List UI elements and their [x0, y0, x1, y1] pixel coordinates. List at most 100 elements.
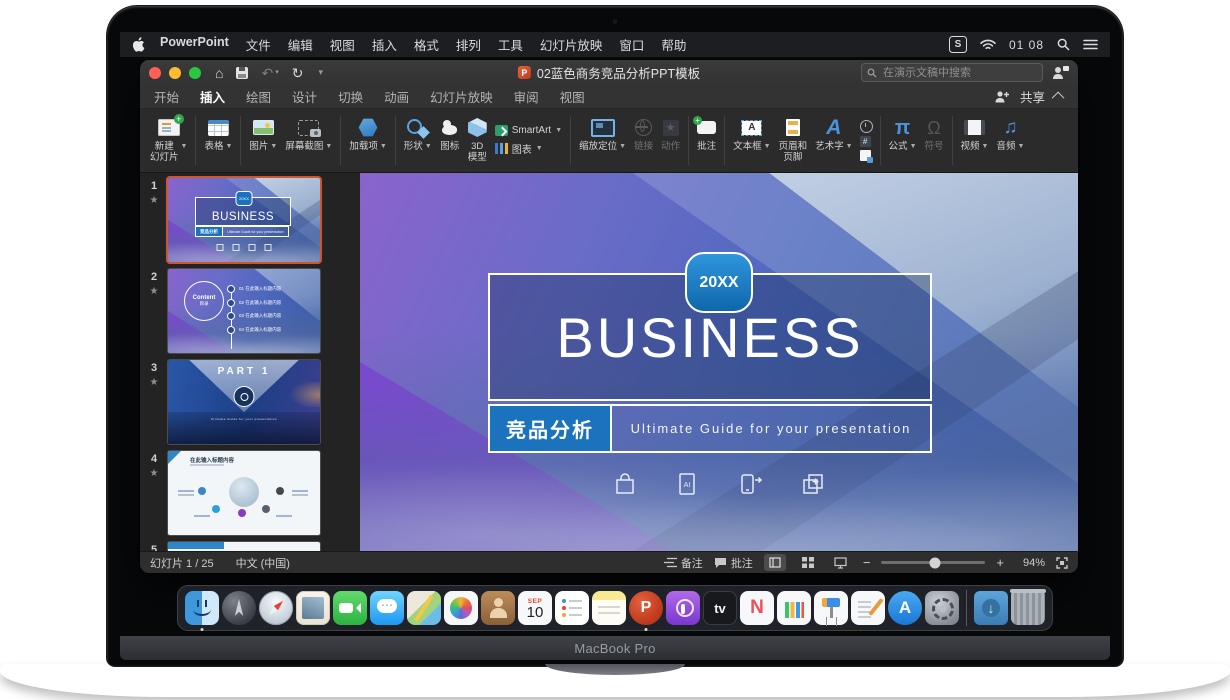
dock-safari-icon[interactable]	[259, 591, 293, 625]
menu-item-9[interactable]: 窗口	[619, 35, 644, 54]
ribbon-button-图片[interactable]: 图片▼	[245, 112, 281, 169]
dock-sysprefs-icon[interactable]	[925, 591, 959, 625]
dock-calendar-icon[interactable]: SEP10	[518, 591, 552, 625]
object-icon[interactable]	[860, 150, 871, 161]
dock-podcasts-icon[interactable]	[666, 591, 700, 625]
input-source-badge[interactable]: S	[949, 36, 967, 53]
collapse-ribbon-icon[interactable]	[1052, 92, 1065, 105]
slide-sorter-view-button[interactable]	[797, 554, 819, 571]
datetime-icon[interactable]	[860, 120, 873, 133]
tab-动画[interactable]: 动画	[384, 87, 409, 106]
dock-keynote-icon[interactable]	[814, 591, 848, 625]
fullscreen-button[interactable]	[189, 67, 201, 79]
ribbon-button-表格[interactable]: 表格▼	[200, 112, 236, 169]
ribbon-button-文本框[interactable]: 文本框▼	[729, 112, 774, 169]
thumb-2-art[interactable]: Content 目录 01 在此输入标题内容 02 在此输入标题内容 03 在此…	[168, 269, 320, 353]
menu-item-1[interactable]: 文件	[246, 35, 271, 54]
dock-contacts-icon[interactable]	[481, 591, 515, 625]
ribbon-button-缩放定位[interactable]: 缩放定位▼	[575, 112, 630, 169]
presence-icon[interactable]	[1052, 65, 1069, 80]
zoom-percent[interactable]: 94%	[1015, 557, 1045, 569]
menu-item-10[interactable]: 帮助	[661, 35, 686, 54]
menu-item-app[interactable]: PowerPoint	[160, 35, 229, 54]
ribbon-button-形状[interactable]: 形状▼	[400, 112, 436, 169]
dock-facetime-icon[interactable]	[333, 591, 367, 625]
notification-center-icon[interactable]	[1083, 39, 1098, 50]
dock-photos-icon[interactable]	[444, 591, 478, 625]
tab-审阅[interactable]: 审阅	[514, 87, 539, 106]
dock-appletv-icon[interactable]	[703, 591, 737, 625]
tab-开始[interactable]: 开始	[154, 87, 179, 106]
ribbon-button-3D模型[interactable]: 3D 模型	[464, 112, 491, 169]
minimize-button[interactable]	[169, 67, 181, 79]
normal-view-button[interactable]	[764, 554, 786, 571]
menu-item-6[interactable]: 排列	[456, 35, 481, 54]
thumbnail-item-3[interactable]: 3 ★ PART 1 Ultimate Guide for your prese…	[140, 360, 360, 444]
thumbnail-item-1[interactable]: 1 ★ 20XX BUSINESS 竞品分析 Ultimate Guide fo…	[140, 178, 360, 262]
slide-thumbnail-panel[interactable]: 1 ★ 20XX BUSINESS 竞品分析 Ultimate Guide fo…	[140, 173, 360, 551]
thumb-4-art[interactable]: 在此输入标题内容	[168, 451, 320, 535]
thumb-5-art[interactable]	[168, 542, 320, 551]
ribbon-button-视频[interactable]: 视频▼	[957, 112, 993, 169]
dock-maps-icon[interactable]	[407, 591, 441, 625]
close-button[interactable]	[149, 67, 161, 79]
menu-item-3[interactable]: 视图	[330, 35, 355, 54]
tab-切换[interactable]: 切换	[338, 87, 363, 106]
ribbon-button-新建幻灯片[interactable]: 新建 幻灯片▼	[146, 112, 191, 169]
zoom-slider-handle[interactable]	[930, 557, 941, 568]
dock-pages-icon[interactable]	[851, 591, 885, 625]
tab-插入[interactable]: 插入	[200, 87, 225, 106]
spotlight-search-icon[interactable]	[1057, 38, 1070, 51]
home-icon[interactable]: ⌂	[215, 66, 223, 80]
menu-item-4[interactable]: 插入	[372, 35, 397, 54]
tab-幻灯片放映[interactable]: 幻灯片放映	[430, 87, 493, 106]
zoom-slider[interactable]	[881, 561, 985, 564]
ribbon-button-批注[interactable]: 批注	[693, 112, 720, 169]
slide-canvas[interactable]: 20XX BUSINESS 竞品分析 Ultimate Guide for yo…	[360, 173, 1078, 551]
tab-视图[interactable]: 视图	[560, 87, 585, 106]
search-input[interactable]	[881, 66, 1037, 80]
dock-numbers-icon[interactable]	[777, 591, 811, 625]
apple-logo-icon[interactable]	[132, 37, 145, 52]
wifi-icon[interactable]	[980, 39, 996, 51]
dock-powerpoint-icon[interactable]	[629, 591, 663, 625]
ribbon-button-音频[interactable]: 音频▼	[992, 112, 1028, 169]
dock-news-icon[interactable]	[740, 591, 774, 625]
zoom-in-button[interactable]: +	[996, 556, 1004, 569]
redo-icon[interactable]: ↻	[292, 66, 304, 80]
slide-subtitle-row[interactable]: 竞品分析 Ultimate Guide for your presentatio…	[488, 404, 932, 453]
dock-appstore-icon[interactable]	[888, 591, 922, 625]
menu-item-8[interactable]: 幻灯片放映	[540, 35, 603, 54]
slideshow-view-button[interactable]	[830, 554, 852, 571]
ribbon-button-图表[interactable]: 图表▼	[495, 141, 562, 156]
undo-icon[interactable]: ↶▾	[261, 66, 278, 80]
dock-messages-icon[interactable]	[370, 591, 404, 625]
ribbon-button-页眉和页脚[interactable]: 页眉和 页脚	[775, 112, 812, 169]
ribbon-button-SmartArt[interactable]: SmartArt▼	[495, 125, 562, 136]
menu-item-7[interactable]: 工具	[498, 35, 523, 54]
slide-year-badge[interactable]: 20XX	[685, 252, 753, 313]
thumb-3-art[interactable]: PART 1 Ultimate Guide for your presentat…	[168, 360, 320, 444]
menu-item-2[interactable]: 编辑	[288, 35, 313, 54]
ribbon-button-艺术字[interactable]: 艺术字▼	[811, 112, 856, 169]
thumbnail-item-5[interactable]: 5	[140, 542, 360, 551]
window-title-bar[interactable]: ⌂ ↶▾ ↻ ▾ P 02蓝色商务竞品分析PPT模板	[140, 60, 1078, 85]
fit-slide-to-window-button[interactable]	[1056, 557, 1068, 569]
thumbnail-item-2[interactable]: 2 ★ Content 目录	[140, 269, 360, 353]
dock-finder-icon[interactable]	[185, 591, 219, 625]
more-commands-icon[interactable]: ▾	[316, 68, 323, 77]
ribbon-button-公式[interactable]: 公式▼	[885, 112, 921, 169]
dock-mail-icon[interactable]	[296, 591, 330, 625]
ribbon-button-图标[interactable]: 图标	[436, 112, 464, 169]
tab-设计[interactable]: 设计	[292, 87, 317, 106]
dock-trash-icon[interactable]	[1011, 591, 1045, 625]
thumb-1-art[interactable]: 20XX BUSINESS 竞品分析 Ultimate Guide for yo…	[168, 178, 320, 262]
thumbnail-item-4[interactable]: 4 ★ 在此输入标题内容	[140, 451, 360, 535]
zoom-out-button[interactable]: −	[863, 556, 871, 569]
menu-item-5[interactable]: 格式	[414, 35, 439, 54]
tab-绘图[interactable]: 绘图	[246, 87, 271, 106]
dock-notes-icon[interactable]	[592, 591, 626, 625]
slide-number-icon[interactable]	[860, 136, 871, 147]
dock-downloads-icon[interactable]	[974, 591, 1008, 625]
ribbon-button-屏幕截图[interactable]: 屏幕截图▼	[281, 112, 336, 169]
